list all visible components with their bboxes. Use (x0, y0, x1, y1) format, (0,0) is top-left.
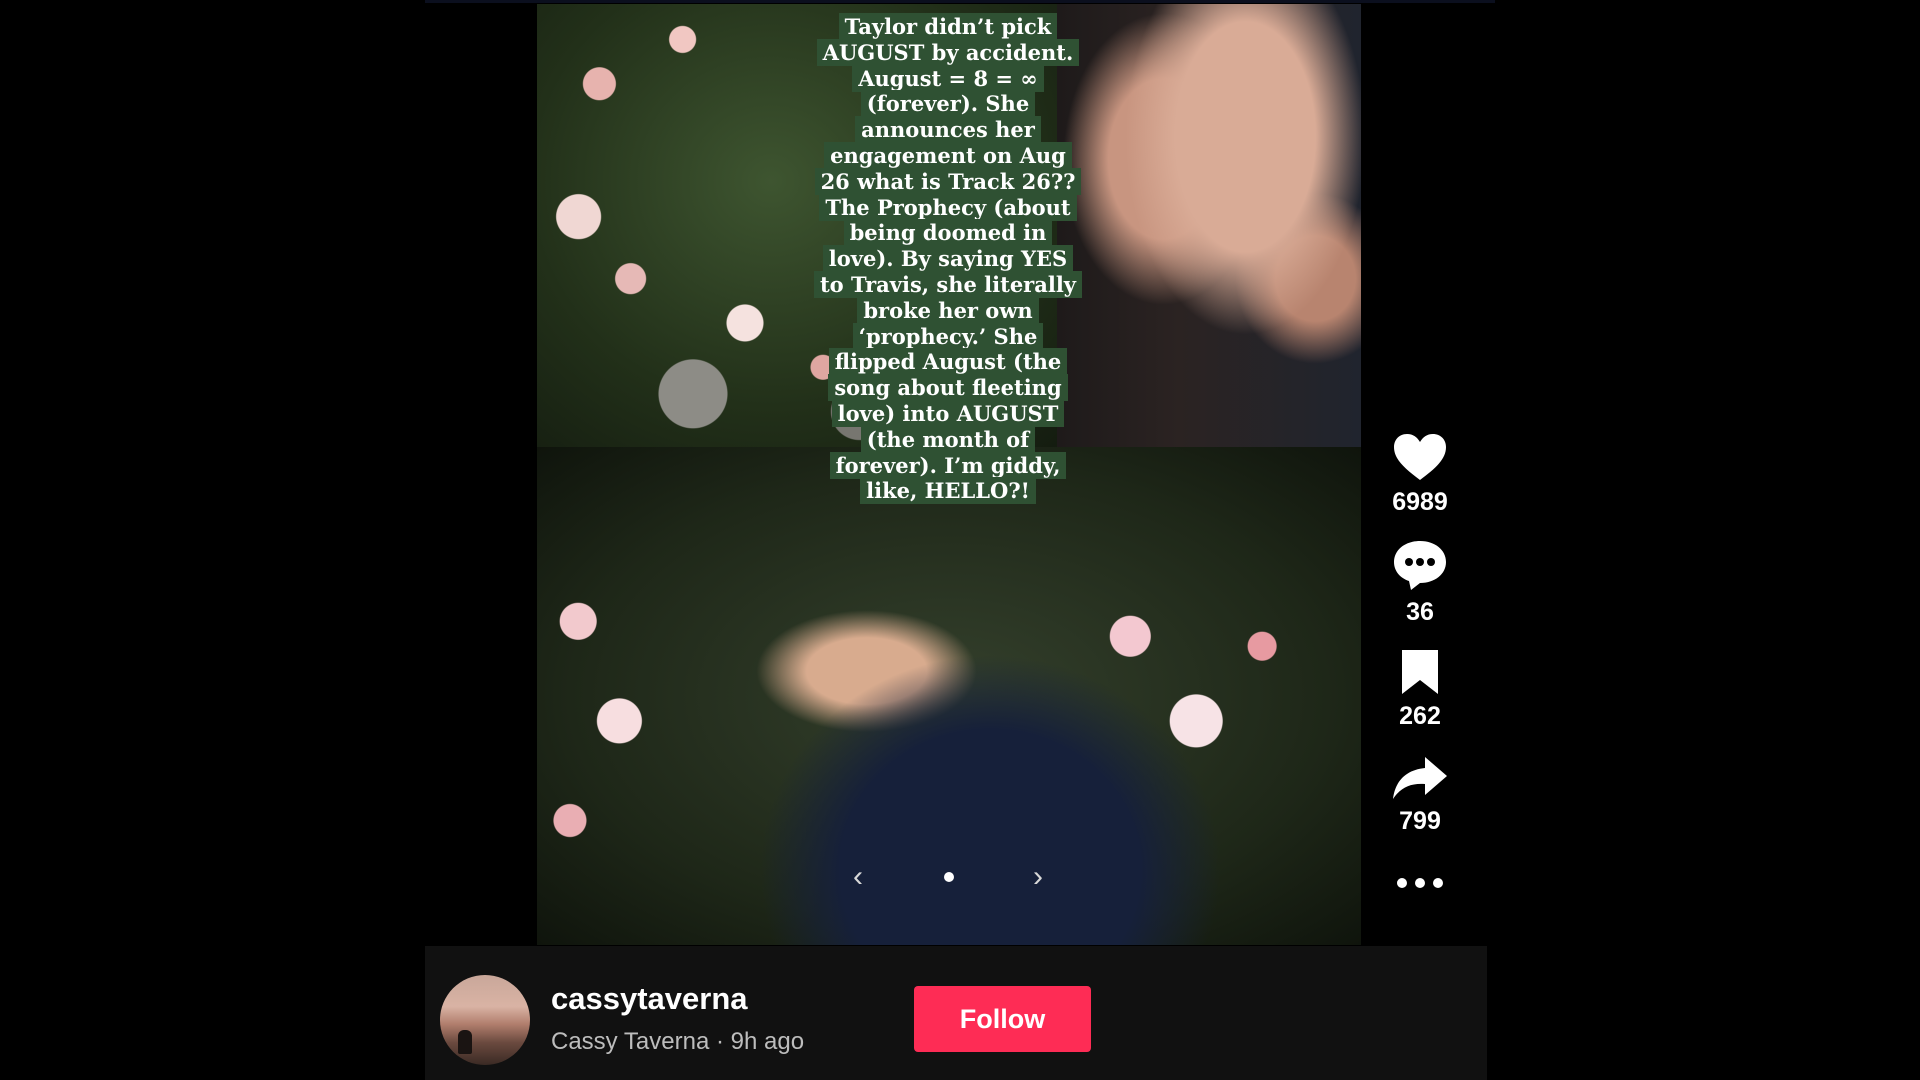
comment-count: 36 (1406, 598, 1434, 626)
top-divider (425, 0, 1495, 3)
share-count: 799 (1399, 807, 1441, 835)
engagement-ring-photo (1057, 4, 1361, 447)
caption-line: (forever). She (860, 90, 1036, 118)
like-button[interactable]: 6989 (1380, 432, 1460, 517)
caption-line: engagement on Aug (824, 141, 1072, 169)
caption-line: The Prophecy (about (819, 193, 1077, 221)
like-count: 6989 (1392, 488, 1448, 516)
share-button[interactable]: 799 (1380, 755, 1460, 836)
username-link[interactable]: cassytaverna (551, 981, 748, 1017)
caption-line: broke her own (857, 296, 1039, 324)
caption-line: ‘prophecy.’ She (852, 322, 1044, 350)
image-caption-overlay: Taylor didn’t pick AUGUST by accident. A… (803, 13, 1093, 505)
caption-line: 26 what is Track 26?? (814, 167, 1082, 195)
follow-button[interactable]: Follow (914, 986, 1091, 1052)
caption-line: August = 8 = ∞ (852, 64, 1044, 92)
carousel-indicator-dot[interactable] (944, 872, 954, 882)
post-time: 9h ago (730, 1028, 805, 1055)
caption-line: flipped August (the (828, 348, 1068, 376)
author-subline: Cassy Taverna · 9h ago (551, 1028, 804, 1056)
save-button[interactable]: 262 (1380, 648, 1460, 731)
carousel-next-button[interactable]: › (1025, 860, 1051, 894)
caption-line: to Travis, she literally (813, 270, 1083, 298)
couple-hug-photo (537, 447, 1361, 945)
caption-line: love) into AUGUST (831, 399, 1065, 427)
avatar[interactable] (440, 975, 530, 1065)
caption-line: AUGUST by accident. (816, 38, 1080, 66)
caption-line: love). By saying YES (822, 245, 1074, 273)
caption-line: announces her (855, 116, 1041, 144)
caption-line: being doomed in (843, 219, 1053, 247)
share-arrow-icon (1393, 757, 1447, 799)
bookmark-icon (1402, 650, 1438, 694)
caption-line: forever). I’m giddy, (829, 451, 1067, 479)
display-name: Cassy Taverna (551, 1028, 710, 1055)
save-count: 262 (1399, 702, 1441, 730)
app-stage: Taylor didn’t pick AUGUST by accident. A… (0, 0, 1920, 1080)
more-options-button[interactable] (1380, 875, 1460, 899)
caption-line: (the month of (860, 425, 1036, 453)
comment-button[interactable]: 36 (1380, 538, 1460, 627)
carousel-prev-button[interactable]: ‹ (845, 860, 871, 894)
comment-bubble-icon (1394, 541, 1446, 590)
caption-line: song about fleeting (828, 374, 1068, 402)
more-dots-icon (1397, 878, 1443, 888)
caption-line: like, HELLO?! (860, 477, 1036, 505)
caption-line: Taylor didn’t pick (838, 13, 1058, 40)
heart-icon (1394, 434, 1446, 480)
post-media-carousel[interactable]: Taylor didn’t pick AUGUST by accident. A… (537, 4, 1361, 945)
separator-dot: · (715, 1028, 724, 1055)
